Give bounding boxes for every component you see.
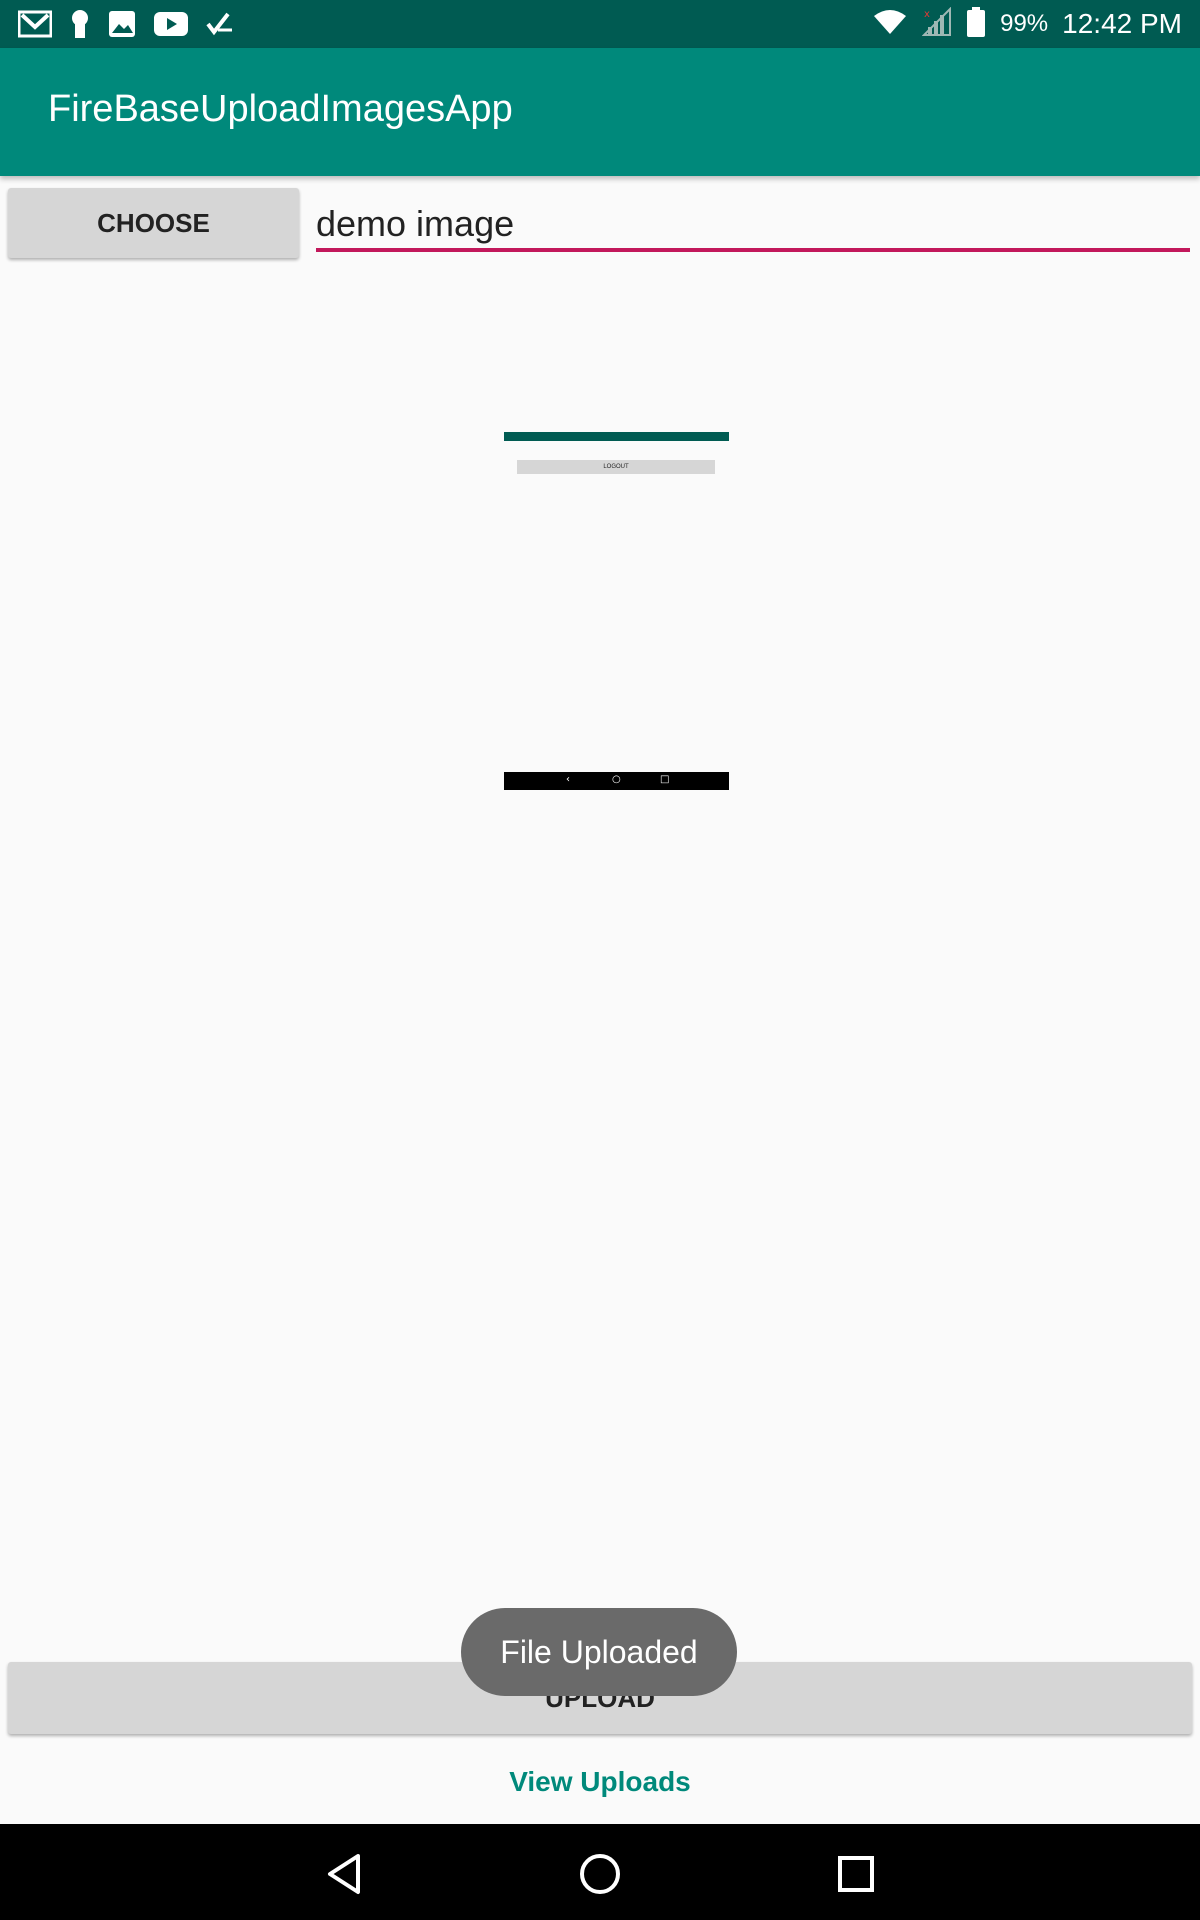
back-icon[interactable] — [316, 1846, 372, 1902]
app-bar: FireBaseUploadImagesApp — [0, 48, 1200, 176]
preview-nav-bar: ‹ ○ □ — [504, 772, 729, 790]
youtube-icon — [154, 12, 188, 36]
image-icon — [108, 10, 136, 38]
svg-text:x: x — [924, 9, 930, 20]
preview-logout-button: LOGOUT — [517, 460, 715, 474]
app-title: FireBaseUploadImagesApp — [48, 88, 513, 130]
system-indicators: x 99% 12:42 PM — [872, 6, 1182, 42]
keyhole-icon — [70, 9, 90, 39]
notification-icons — [18, 6, 234, 42]
battery-icon — [966, 6, 986, 42]
choose-button[interactable]: CHOOSE — [8, 188, 299, 258]
preview-status-bar — [504, 432, 729, 441]
preview-recents-icon: □ — [660, 774, 670, 785]
recents-icon[interactable] — [828, 1846, 884, 1902]
toast-message: File Uploaded — [461, 1608, 737, 1696]
preview-home-icon: ○ — [612, 774, 621, 785]
navigation-bar — [0, 1824, 1200, 1920]
status-bar: x 99% 12:42 PM — [0, 0, 1200, 48]
image-preview: LOGOUT ‹ ○ □ — [504, 430, 729, 790]
checklist-icon — [206, 10, 234, 38]
home-icon[interactable] — [572, 1846, 628, 1902]
file-name-input[interactable] — [316, 200, 1190, 252]
preview-back-icon: ‹ — [566, 774, 570, 785]
view-uploads-link[interactable]: View Uploads — [0, 1766, 1200, 1798]
signal-icon: x — [921, 6, 952, 42]
wifi-icon — [872, 8, 908, 41]
battery-percent: 99% — [1000, 10, 1049, 37]
gmail-icon — [18, 10, 52, 38]
clock: 12:42 PM — [1062, 8, 1182, 39]
